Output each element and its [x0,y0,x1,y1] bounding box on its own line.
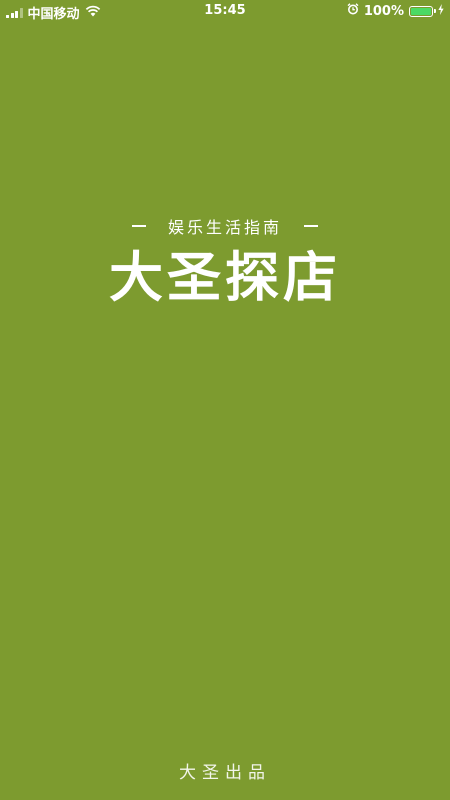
splash-logo: 娱乐生活指南 大圣探店 [0,214,450,310]
tagline-row: 娱乐生活指南 [0,214,450,238]
tagline-left-dash [131,225,146,227]
tagline-right-dash [304,225,318,227]
app-title: 大圣探店 [109,246,341,309]
status-right: 100% [347,3,444,19]
battery-fill [411,7,431,15]
tagline: 娱乐生活指南 [167,218,282,237]
alarm-icon [347,3,359,19]
battery-icon [409,5,436,17]
footer-credit: 大圣出品 [179,763,271,783]
battery-percent: 100% [363,3,404,19]
charging-icon [438,3,444,19]
status-bar: 中国移动 15:45 100% [0,0,450,22]
